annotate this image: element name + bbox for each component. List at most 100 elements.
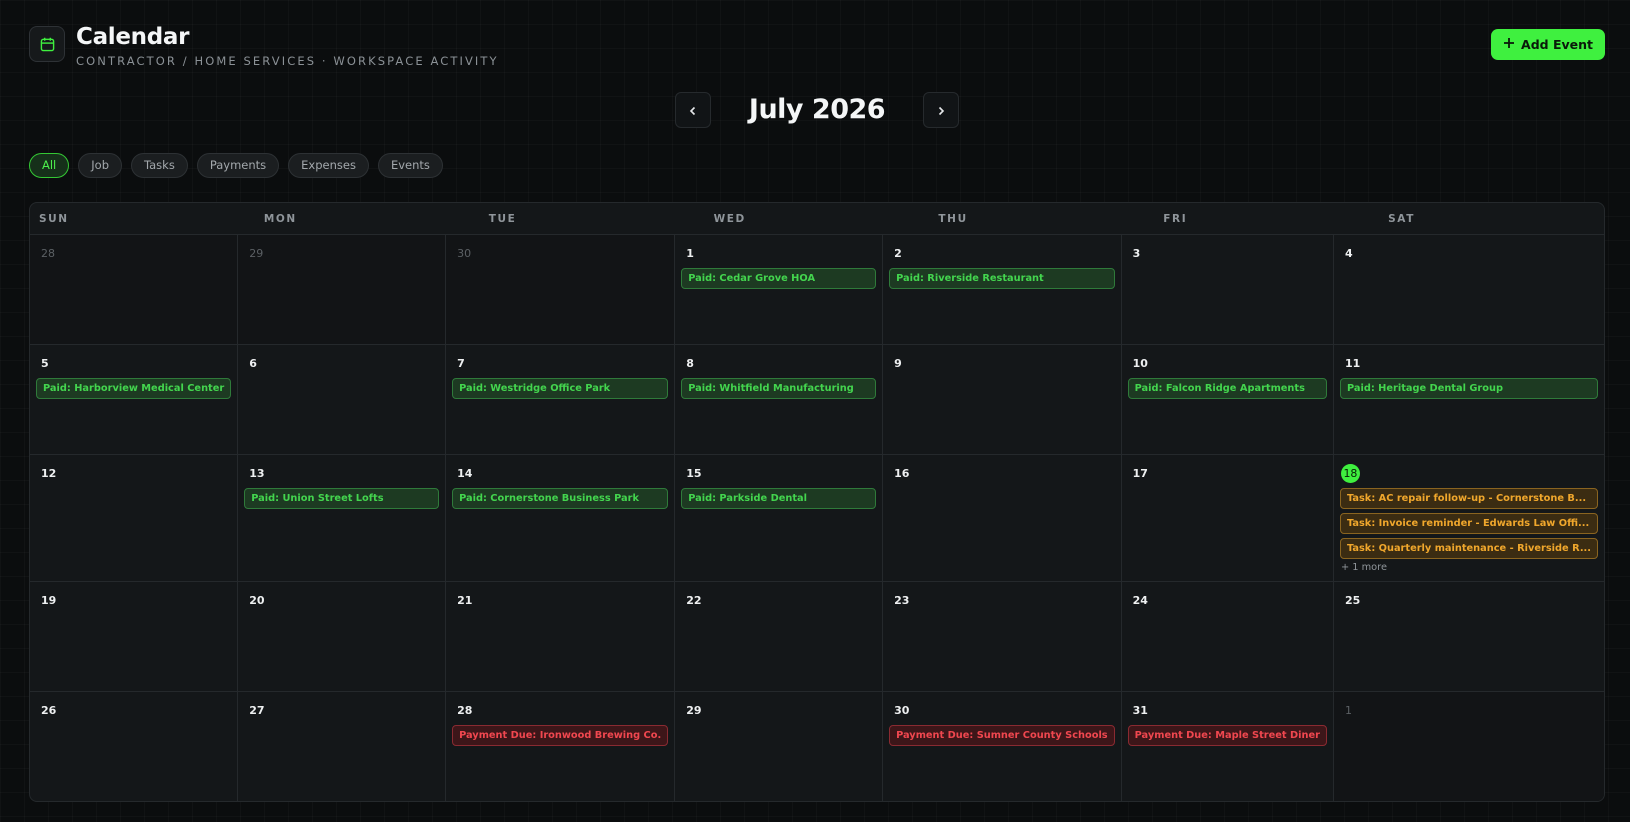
day-number: 3 [1132, 247, 1141, 260]
event-chip-paid[interactable]: Paid: Cedar Grove HOA [681, 268, 877, 289]
event-chip-paid[interactable]: Paid: Heritage Dental Group [1339, 378, 1598, 399]
event-list: Paid: Union Street Lofts [244, 488, 440, 509]
day-cell[interactable]: 31 Payment Due: Maple Street Diner [1122, 692, 1334, 801]
event-chip-paid[interactable]: Paid: Harborview Medical Center [36, 378, 232, 399]
day-cell[interactable]: 29 [675, 692, 884, 801]
day-number: 15 [686, 467, 702, 480]
day-cell[interactable]: 12 [30, 455, 239, 582]
weekday-label: TUE [488, 213, 517, 225]
page-header: Calendar CONTRACTOR / HOME SERVICES · WO… [29, 24, 499, 68]
filter-chip-job[interactable]: Job [78, 153, 122, 178]
day-cell[interactable]: 10 Paid: Falcon Ridge Apartments [1121, 345, 1334, 455]
filter-chip-all[interactable]: All [29, 153, 70, 178]
event-list: Paid: Whitfield Manufacturing [681, 378, 877, 399]
weekday-label: SAT [1388, 213, 1415, 225]
filter-chip-tasks[interactable]: Tasks [131, 153, 188, 178]
calendar-icon [29, 26, 65, 62]
filter-chip-events[interactable]: Events [377, 153, 443, 178]
event-chip-paid[interactable]: Paid: Falcon Ridge Apartments [1127, 378, 1327, 399]
day-number: 11 [1344, 357, 1361, 370]
day-cell[interactable]: 21 [446, 582, 676, 692]
day-cell[interactable]: 18 Task: AC repair follow-up - Cornerston… [1333, 455, 1604, 582]
event-chip-due[interactable]: Payment Due: Ironwood Brewing Co. [452, 725, 669, 746]
day-number: 13 [249, 467, 265, 480]
event-chip-paid[interactable]: Paid: Parkside Dental [681, 488, 877, 509]
filter-chip-expenses[interactable]: Expenses [288, 153, 369, 178]
day-cell[interactable]: 15 Paid: Parkside Dental [675, 455, 884, 582]
day-cell[interactable]: 27 [238, 692, 447, 801]
page-title: Calendar [76, 24, 190, 50]
day-cell[interactable]: 28 Payment Due: Ironwood Brewing Co. [446, 692, 676, 801]
day-cell[interactable]: 1 [1333, 692, 1604, 801]
day-cell[interactable]: 19 [30, 582, 239, 692]
day-cell[interactable]: 22 [675, 582, 884, 692]
day-cell[interactable]: 26 [30, 692, 239, 801]
day-number: 6 [249, 357, 257, 370]
day-cell[interactable]: 30 Payment Due: Sumner County Schools [883, 692, 1122, 801]
add-event-button[interactable]: Add Event [1491, 29, 1605, 60]
day-cell[interactable]: 17 [1121, 455, 1334, 582]
prev-month-button[interactable] [675, 92, 711, 128]
day-cell[interactable]: 25 [1333, 582, 1604, 692]
day-cell[interactable]: 28 [30, 235, 239, 345]
day-number: 29 [249, 247, 264, 260]
weekday-label: FRI [1163, 213, 1188, 225]
day-number: 10 [1132, 357, 1148, 370]
plus-icon [1503, 37, 1515, 52]
day-number: 26 [41, 704, 57, 717]
day-cell[interactable]: 3 [1121, 235, 1334, 345]
event-chip-task[interactable]: Task: Invoice reminder - Edwards Law Off… [1339, 513, 1598, 534]
event-chip-paid[interactable]: Paid: Whitfield Manufacturing [681, 378, 877, 399]
day-cell[interactable]: 16 [883, 455, 1122, 582]
day-cell[interactable]: 7 Paid: Westridge Office Park [446, 345, 676, 455]
day-cell[interactable]: 24 [1121, 582, 1334, 692]
day-number: 24 [1132, 594, 1148, 607]
event-list: Payment Due: Sumner County Schools [889, 725, 1115, 746]
event-chip-task[interactable]: Task: AC repair follow-up - Cornerstone … [1339, 488, 1598, 509]
filter-chip-payments[interactable]: Payments [196, 153, 280, 178]
event-list: Paid: Heritage Dental Group [1339, 378, 1598, 399]
day-cell[interactable]: 6 [238, 345, 447, 455]
event-chip-paid[interactable]: Paid: Union Street Lofts [244, 488, 440, 509]
day-number: 4 [1344, 247, 1353, 260]
event-chip-paid[interactable]: Paid: Westridge Office Park [452, 378, 669, 399]
weekday-label: MON [263, 213, 297, 225]
filter-bar: All Job Tasks Payments Expenses Events [29, 153, 443, 178]
day-cell[interactable]: 11 Paid: Heritage Dental Group [1333, 345, 1604, 455]
event-chip-due[interactable]: Payment Due: Sumner County Schools [889, 725, 1115, 746]
day-number: 1 [686, 247, 694, 260]
day-number: 9 [894, 357, 902, 370]
calendar-weeks: 28 29 30 1 Paid: Cedar Grove HOA 2 Paid: River… [30, 235, 1604, 801]
event-list: Paid: Riverside Restaurant [889, 268, 1115, 289]
day-number: 16 [894, 467, 910, 480]
day-cell[interactable]: 14 Paid: Cornerstone Business Park [446, 455, 676, 582]
day-cell[interactable]: 23 [883, 582, 1122, 692]
weekday-label: SUN [39, 213, 69, 225]
day-cell[interactable]: 30 [446, 235, 676, 345]
day-cell[interactable]: 29 [238, 235, 447, 345]
weekday-label: THU [938, 213, 968, 225]
event-chip-due[interactable]: Payment Due: Maple Street Diner [1127, 725, 1327, 746]
next-month-button[interactable] [923, 92, 959, 128]
day-number: 25 [1344, 594, 1361, 607]
day-number: 29 [686, 704, 702, 717]
day-cell[interactable]: 1 Paid: Cedar Grove HOA [675, 235, 884, 345]
day-cell[interactable]: 4 [1333, 235, 1604, 345]
day-number: 14 [457, 467, 473, 480]
event-chip-paid[interactable]: Paid: Cornerstone Business Park [452, 488, 669, 509]
day-number: 27 [249, 704, 265, 717]
day-number: 5 [41, 357, 49, 370]
day-number: 8 [686, 357, 694, 370]
day-cell[interactable]: 8 Paid: Whitfield Manufacturing [675, 345, 884, 455]
event-chip-paid[interactable]: Paid: Riverside Restaurant [889, 268, 1115, 289]
event-chip-task[interactable]: Task: Quarterly maintenance - Riverside … [1339, 538, 1598, 559]
day-number: 30 [457, 247, 472, 260]
day-cell[interactable]: 20 [238, 582, 447, 692]
day-cell[interactable]: 13 Paid: Union Street Lofts [238, 455, 447, 582]
day-cell[interactable]: 5 Paid: Harborview Medical Center [30, 345, 239, 455]
month-navigation: July 2026 [0, 92, 1630, 128]
day-number: 17 [1132, 467, 1148, 480]
day-cell[interactable]: 2 Paid: Riverside Restaurant [883, 235, 1122, 345]
day-cell[interactable]: 9 [883, 345, 1122, 455]
more-events-link[interactable]: + 1 more [1340, 562, 1598, 573]
